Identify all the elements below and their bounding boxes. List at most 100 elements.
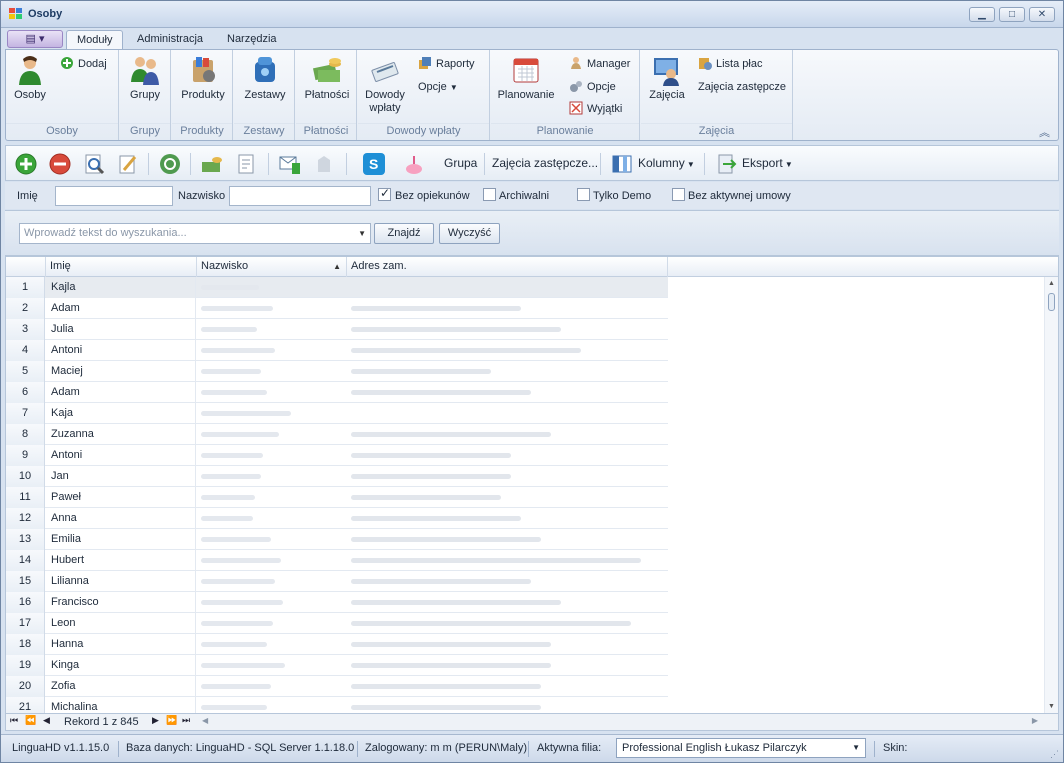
table-row[interactable]: 21 Michalina: [6, 697, 668, 713]
address-cell-redacted[interactable]: [351, 642, 551, 647]
surname-cell-redacted[interactable]: [201, 474, 261, 479]
address-cell-redacted[interactable]: [351, 621, 631, 626]
column-header-imie[interactable]: Imię: [46, 257, 197, 277]
column-header-nazwisko[interactable]: Nazwisko ▲: [197, 257, 347, 277]
produkty-button[interactable]: Produkty: [176, 54, 230, 102]
tylko-demo-checkbox[interactable]: [577, 188, 590, 201]
surname-cell-redacted[interactable]: [201, 558, 281, 563]
collapse-ribbon-icon[interactable]: ︽: [1039, 124, 1050, 140]
table-row[interactable]: 5 Maciej: [6, 361, 668, 382]
scroll-right-icon[interactable]: ▶: [1032, 716, 1038, 725]
raporty-button[interactable]: Raporty: [418, 56, 475, 72]
table-row[interactable]: 14 Hubert: [6, 550, 668, 571]
first-name-cell[interactable]: Michalina: [46, 697, 196, 713]
surname-cell-redacted[interactable]: [201, 327, 257, 332]
tab-administracja[interactable]: Administracja: [127, 30, 213, 50]
export-icon[interactable]: [714, 152, 738, 176]
table-row[interactable]: 12 Anna: [6, 508, 668, 529]
surname-cell-redacted[interactable]: [201, 285, 259, 290]
first-name-cell[interactable]: Francisco: [46, 592, 196, 613]
address-cell-redacted[interactable]: [351, 474, 511, 479]
table-row[interactable]: 18 Hanna: [6, 634, 668, 655]
maximize-button[interactable]: □: [999, 7, 1025, 22]
first-name-cell[interactable]: Emilia: [46, 529, 196, 550]
close-button[interactable]: ✕: [1029, 7, 1055, 22]
first-name-cell[interactable]: Zuzanna: [46, 424, 196, 445]
wyjatki-button[interactable]: Wyjątki: [569, 101, 622, 117]
address-cell-redacted[interactable]: [351, 390, 531, 395]
active-branch-select[interactable]: Professional English Łukasz Pilarczyk ▼: [616, 738, 866, 758]
tab-moduly[interactable]: Moduły: [66, 30, 124, 50]
platnosci-button[interactable]: Płatności: [300, 54, 354, 102]
next-page-icon[interactable]: ⏩: [166, 715, 177, 726]
send-message-icon[interactable]: [278, 152, 302, 176]
document-icon[interactable]: [234, 152, 258, 176]
surname-cell-redacted[interactable]: [201, 684, 271, 689]
first-record-icon[interactable]: ⏮: [10, 715, 18, 726]
address-cell-redacted[interactable]: [351, 348, 581, 353]
address-cell-redacted[interactable]: [351, 663, 551, 668]
lista-plac-button[interactable]: Lista płac: [698, 56, 762, 72]
app-menu-button[interactable]: ▤ ▾: [7, 30, 63, 48]
scroll-thumb[interactable]: [1048, 293, 1055, 311]
first-name-cell[interactable]: Anna: [46, 508, 196, 529]
first-name-cell[interactable]: Kajla: [46, 277, 196, 298]
address-cell-redacted[interactable]: [351, 516, 521, 521]
surname-cell-redacted[interactable]: [201, 453, 263, 458]
scroll-down-icon[interactable]: ▼: [1048, 703, 1055, 710]
table-row[interactable]: 1 Kajla: [6, 277, 668, 298]
surname-cell-redacted[interactable]: [201, 390, 267, 395]
first-name-cell[interactable]: Hubert: [46, 550, 196, 571]
manager-button[interactable]: Manager: [569, 56, 630, 72]
nazwisko-input[interactable]: [229, 186, 371, 206]
first-name-cell[interactable]: Antoni: [46, 445, 196, 466]
imie-input[interactable]: [55, 186, 173, 206]
first-name-cell[interactable]: Maciej: [46, 361, 196, 382]
table-row[interactable]: 2 Adam: [6, 298, 668, 319]
scroll-up-icon[interactable]: ▲: [1048, 280, 1055, 287]
zajecia-zastepcze-tool-button[interactable]: Zajęcia zastępcze...: [492, 156, 598, 170]
address-cell-redacted[interactable]: [351, 600, 561, 605]
first-name-cell[interactable]: Jan: [46, 466, 196, 487]
prev-page-icon[interactable]: ⏪: [25, 715, 36, 726]
zestawy-button[interactable]: Zestawy: [240, 54, 290, 102]
kolumny-dropdown[interactable]: Kolumny ▼: [638, 156, 695, 170]
first-name-cell[interactable]: Hanna: [46, 634, 196, 655]
table-row[interactable]: 11 Paweł: [6, 487, 668, 508]
find-button[interactable]: Znajdź: [374, 223, 434, 244]
tab-narzedzia[interactable]: Narzędzia: [217, 30, 287, 50]
skype-icon[interactable]: S: [362, 152, 386, 176]
first-name-cell[interactable]: Paweł: [46, 487, 196, 508]
table-row[interactable]: 16 Francisco: [6, 592, 668, 613]
surname-cell-redacted[interactable]: [201, 621, 273, 626]
table-row[interactable]: 17 Leon: [6, 613, 668, 634]
dodaj-button[interactable]: Dodaj: [60, 56, 107, 72]
refresh-icon[interactable]: [158, 152, 182, 176]
chevron-down-icon[interactable]: ▼: [358, 224, 366, 243]
surname-cell-redacted[interactable]: [201, 495, 255, 500]
table-row[interactable]: 10 Jan: [6, 466, 668, 487]
bez-opiekunow-checkbox[interactable]: [378, 186, 391, 201]
table-row[interactable]: 20 Zofia: [6, 676, 668, 697]
first-name-cell[interactable]: Kinga: [46, 655, 196, 676]
delete-icon[interactable]: [48, 152, 72, 176]
surname-cell-redacted[interactable]: [201, 600, 283, 605]
surname-cell-redacted[interactable]: [201, 306, 273, 311]
table-row[interactable]: 19 Kinga: [6, 655, 668, 676]
last-record-icon[interactable]: ⏭: [182, 715, 190, 726]
table-row[interactable]: 9 Antoni: [6, 445, 668, 466]
first-name-cell[interactable]: Kaja: [46, 403, 196, 424]
column-header-adres[interactable]: Adres zam.: [347, 257, 668, 277]
first-name-cell[interactable]: Adam: [46, 382, 196, 403]
grupa-button[interactable]: Grupa: [444, 156, 477, 170]
scroll-left-icon[interactable]: ◀: [202, 716, 208, 725]
address-cell-redacted[interactable]: [351, 705, 541, 710]
surname-cell-redacted[interactable]: [201, 516, 253, 521]
clear-button[interactable]: Wyczyść: [439, 223, 500, 244]
address-cell-redacted[interactable]: [351, 579, 531, 584]
address-cell-redacted[interactable]: [351, 306, 521, 311]
cake-icon[interactable]: [402, 152, 426, 176]
first-name-cell[interactable]: Leon: [46, 613, 196, 634]
table-row[interactable]: 8 Zuzanna: [6, 424, 668, 445]
surname-cell-redacted[interactable]: [201, 369, 261, 374]
